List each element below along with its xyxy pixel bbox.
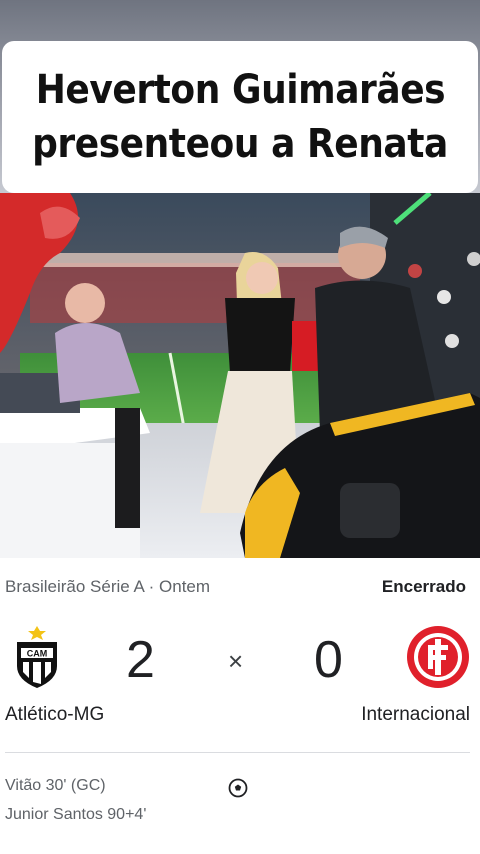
- internacional-crest-icon[interactable]: [406, 625, 470, 694]
- competition-label: Brasileirão Série A · Ontem: [5, 577, 211, 596]
- match-result-card[interactable]: Brasileirão Série A · Ontem Encerrado CA…: [0, 558, 480, 854]
- scorer-1: Vitão 30' (GC): [5, 777, 106, 794]
- away-team-name[interactable]: Internacional: [361, 704, 470, 726]
- headline-caption: Heverton Guimarães presenteou a Renata: [2, 41, 478, 193]
- soccer-ball-icon: [228, 778, 248, 803]
- divider: [5, 752, 470, 753]
- home-score: 2: [126, 631, 155, 689]
- tv-studio-scene: [0, 193, 480, 558]
- match-status: Encerrado: [381, 577, 466, 596]
- headline-line-1: Heverton Guimarães: [35, 67, 445, 113]
- away-score: 0: [314, 631, 343, 689]
- svg-text:CAM: CAM: [27, 649, 48, 659]
- score-separator: ×: [228, 646, 244, 676]
- atletico-mg-crest-icon[interactable]: CAM: [14, 626, 60, 693]
- video-frame[interactable]: [0, 193, 480, 558]
- scorer-2: Junior Santos 90+4': [5, 806, 147, 823]
- home-team-name[interactable]: Atlético-MG: [5, 704, 104, 726]
- headline-line-2: presenteou a Renata: [32, 121, 448, 167]
